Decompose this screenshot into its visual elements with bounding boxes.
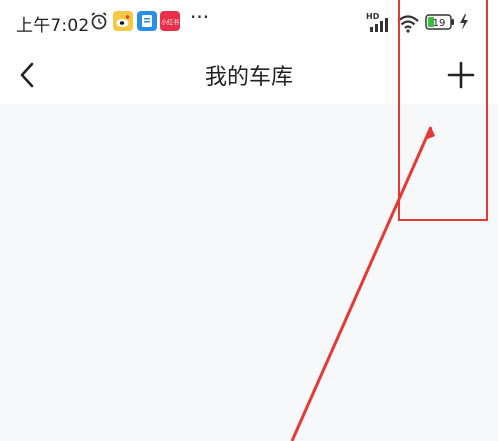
status-time: 上午7:02	[16, 16, 90, 36]
more-dots-icon: ···	[190, 5, 210, 29]
battery-icon: 19	[425, 14, 454, 30]
app-icon	[137, 11, 157, 31]
status-bar: 上午7:02 小红书 ··· HD 19	[0, 0, 498, 46]
network-type-label: HD	[366, 12, 380, 21]
alarm-icon	[91, 12, 107, 30]
weibo-icon	[113, 11, 133, 31]
xiaohongshu-icon: 小红书	[160, 11, 180, 31]
charging-icon	[460, 14, 468, 30]
wifi-icon	[397, 15, 419, 33]
signal-icon: HD	[366, 12, 388, 32]
xiaohongshu-icon-text: 小红书	[161, 19, 179, 27]
plus-icon[interactable]	[446, 60, 476, 90]
page-title: 我的车库	[204, 65, 293, 90]
phone-screen: 上午7:02 小红书 ··· HD 19 我的车库	[0, 0, 498, 441]
header-bar: 我的车库	[0, 46, 498, 104]
battery-level-text: 19	[433, 18, 446, 29]
garage-content-area	[0, 104, 498, 441]
